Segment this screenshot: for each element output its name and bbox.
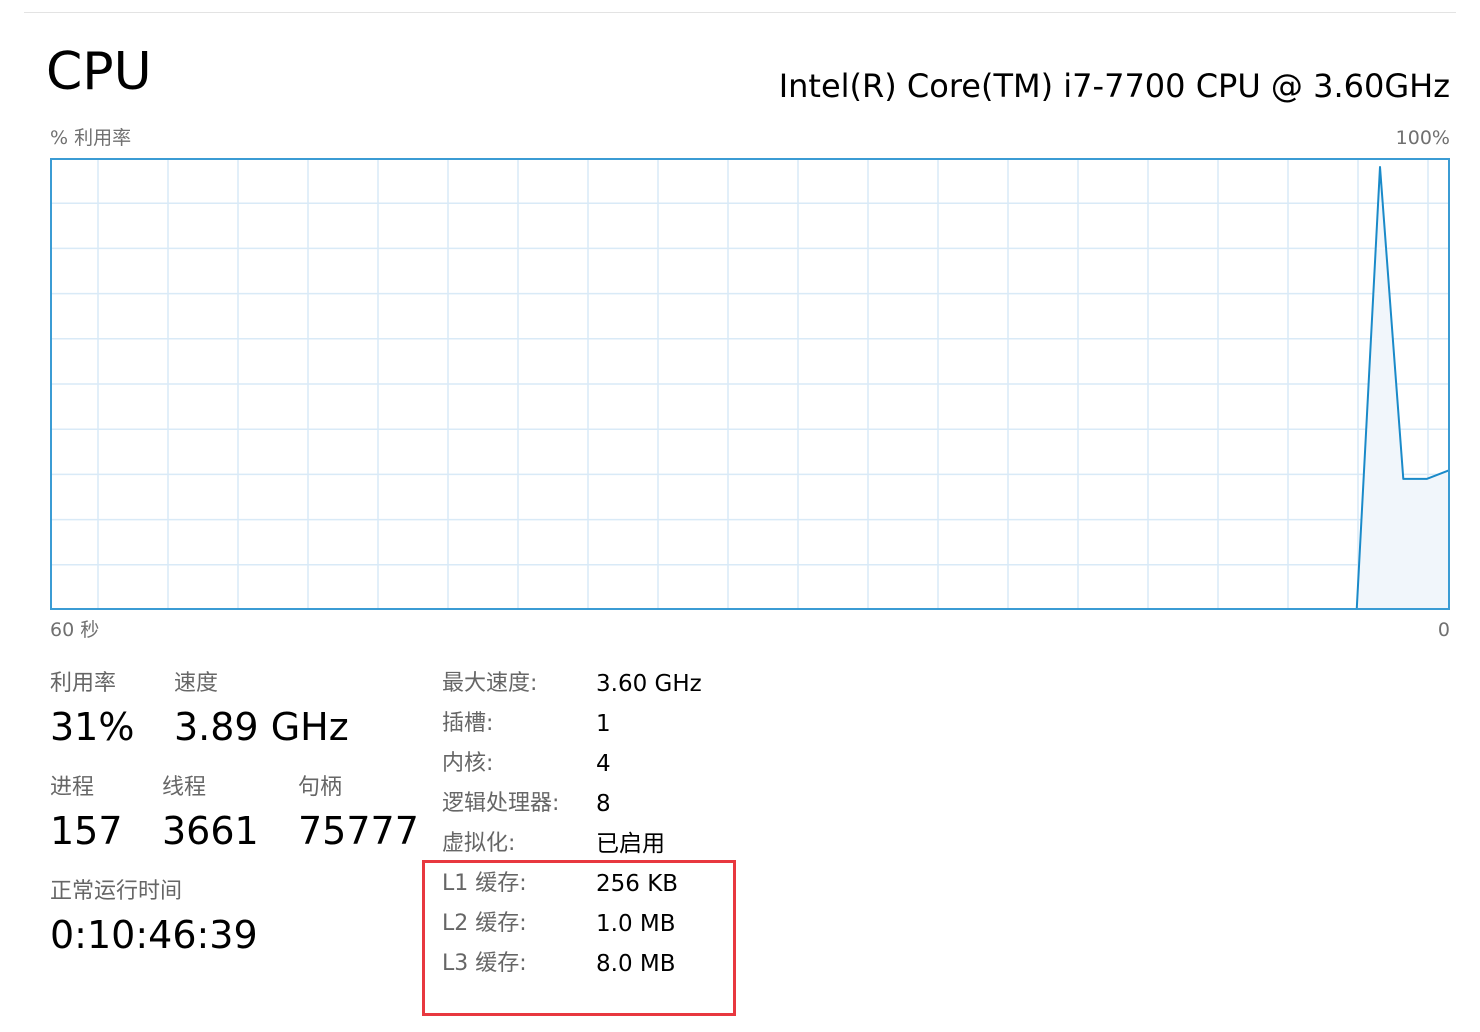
max-speed-value: 3.60 GHz bbox=[596, 671, 702, 697]
speed-value: 3.89 GHz bbox=[174, 705, 349, 749]
cache-highlight-box bbox=[422, 860, 736, 1016]
threads-label: 线程 bbox=[162, 775, 207, 800]
handles-label: 句柄 bbox=[298, 775, 343, 800]
top-divider bbox=[24, 12, 1456, 13]
processes-label: 进程 bbox=[50, 775, 95, 800]
max-speed-label: 最大速度: bbox=[442, 671, 538, 696]
processes-value: 157 bbox=[50, 809, 123, 853]
cores-label: 内核: bbox=[442, 751, 494, 776]
virtualization-value: 已启用 bbox=[596, 831, 665, 857]
virtualization-label: 虚拟化: bbox=[442, 831, 516, 856]
sockets-value: 1 bbox=[596, 711, 611, 737]
cpu-model-name: Intel(R) Core(TM) i7-7700 CPU @ 3.60GHz bbox=[778, 67, 1450, 105]
utilization-label: 利用率 bbox=[50, 671, 117, 696]
logical-processors-value: 8 bbox=[596, 791, 611, 817]
sockets-label: 插槽: bbox=[442, 711, 494, 736]
graph-series-line bbox=[50, 166, 1450, 610]
threads-value: 3661 bbox=[162, 809, 259, 853]
utilization-value: 31% bbox=[50, 705, 135, 749]
graph-x-start-label: 60 秒 bbox=[50, 619, 100, 641]
graph-area-fill bbox=[50, 167, 1450, 610]
graph-y-max-label: 100% bbox=[1395, 127, 1450, 149]
cpu-utilization-graph bbox=[50, 158, 1450, 610]
uptime-value: 0:10:46:39 bbox=[50, 913, 258, 957]
speed-label: 速度 bbox=[174, 671, 219, 696]
handles-value: 75777 bbox=[298, 809, 419, 853]
graph-y-axis-label: % 利用率 bbox=[50, 127, 132, 149]
graph-x-end-label: 0 bbox=[1437, 619, 1450, 641]
uptime-label: 正常运行时间 bbox=[50, 879, 183, 904]
logical-processors-label: 逻辑处理器: bbox=[442, 791, 560, 816]
cores-value: 4 bbox=[596, 751, 611, 777]
page-title: CPU bbox=[46, 42, 152, 102]
